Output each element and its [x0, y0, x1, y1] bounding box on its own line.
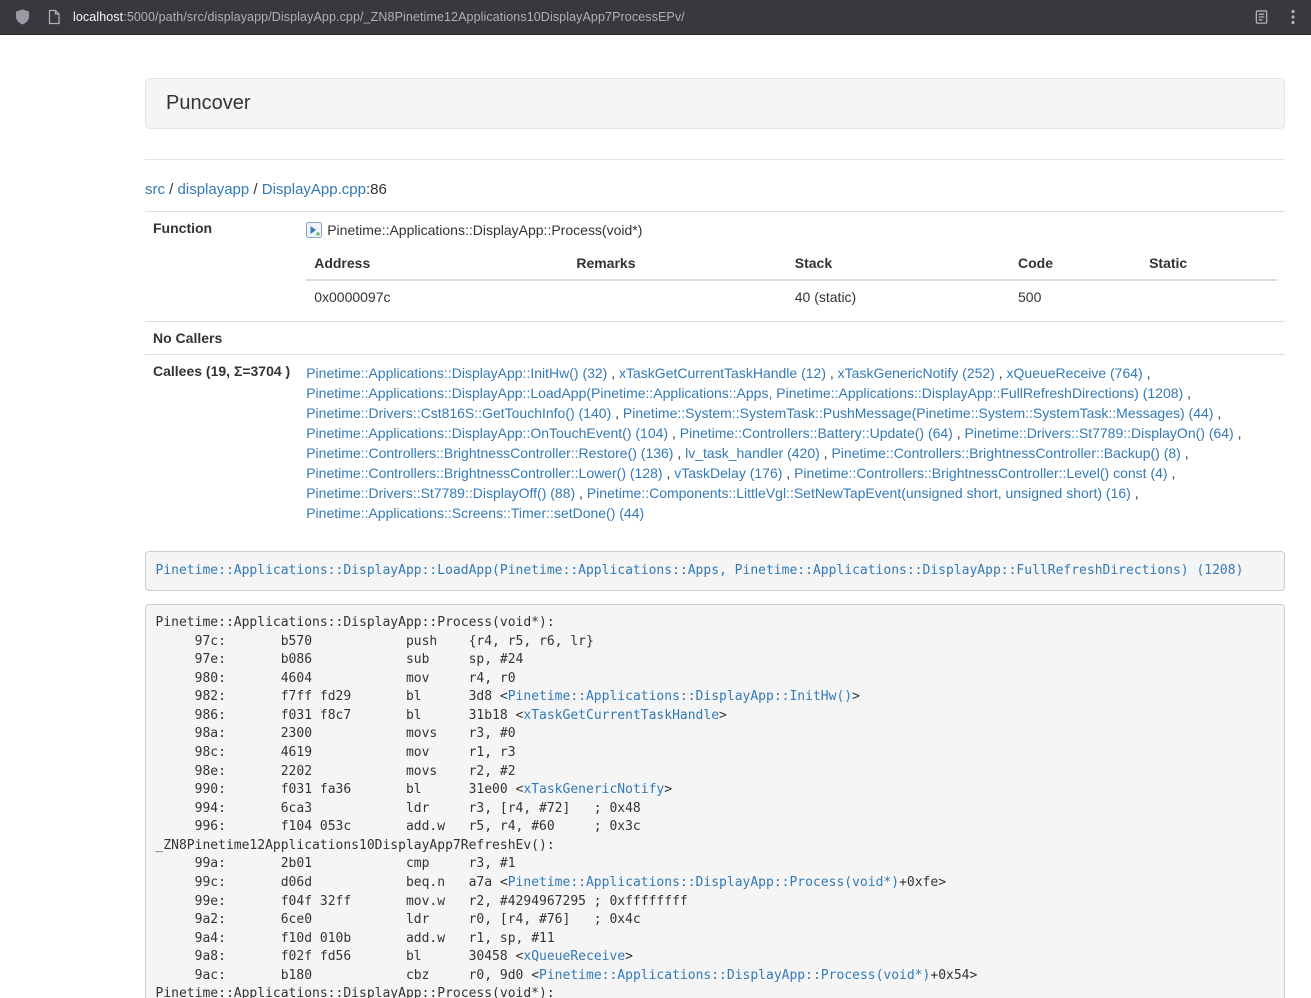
symbol-link[interactable]: xTaskGenericNotify — [523, 782, 664, 797]
callee-link[interactable]: Pinetime::Drivers::St7789::DisplayOff() … — [306, 485, 575, 501]
reader-view-icon[interactable] — [1254, 9, 1269, 25]
callee-separator: , — [1183, 385, 1191, 401]
details-table: AddressRemarksStackCodeStatic 0x0000097c… — [306, 247, 1277, 313]
callees-label: Callees (19, Σ=3704 ) — [145, 355, 298, 532]
no-callers-label: No Callers — [145, 322, 298, 355]
divider — [145, 159, 1285, 160]
function-name: Pinetime::Applications::DisplayApp::Proc… — [327, 220, 642, 240]
column-header: Stack — [787, 247, 1010, 280]
highlighted-callee-panel: Pinetime::Applications::DisplayApp::Load… — [145, 551, 1285, 591]
breadcrumb-separator: / — [165, 181, 178, 198]
callee-separator: , — [1181, 445, 1189, 461]
callee-separator: , — [1143, 365, 1151, 381]
callee-separator: , — [1131, 485, 1139, 501]
callee-link[interactable]: xTaskGetCurrentTaskHandle (12) — [619, 365, 826, 381]
app-title: Puncover — [166, 92, 251, 114]
breadcrumb-link[interactable]: src — [145, 181, 165, 198]
function-label: Function — [145, 212, 298, 322]
stack-value: 40 (static) — [787, 280, 1010, 313]
url-bar[interactable]: localhost:5000/path/src/displayapp/Displ… — [73, 10, 1242, 24]
kebab-menu-icon[interactable] — [1291, 9, 1295, 25]
column-header: Static — [1141, 247, 1277, 280]
remarks-value — [568, 280, 786, 313]
callee-link[interactable]: Pinetime::Controllers::BrightnessControl… — [831, 445, 1180, 461]
callee-separator: , — [995, 365, 1007, 381]
callee-link[interactable]: xQueueReceive (764) — [1007, 365, 1143, 381]
url-path: :5000/path/src/displayapp/DisplayApp.cpp… — [123, 10, 685, 24]
symbol-link[interactable]: xTaskGetCurrentTaskHandle — [523, 708, 719, 723]
page-info-icon[interactable] — [47, 9, 61, 25]
symbol-table: Function Pinetime::Applications::Display… — [145, 211, 1285, 531]
symbol-link[interactable]: Pinetime::Applications::DisplayApp::Init… — [508, 689, 852, 704]
disassembly-block: Pinetime::Applications::DisplayApp::Proc… — [145, 604, 1285, 998]
symbol-link[interactable]: Pinetime::Applications::DisplayApp::Proc… — [539, 968, 930, 983]
callee-separator: , — [782, 465, 794, 481]
symbol-link[interactable]: xQueueReceive — [523, 949, 625, 964]
app-header: Puncover — [145, 78, 1285, 129]
breadcrumb-separator: / — [249, 181, 262, 198]
callee-link[interactable]: Pinetime::Drivers::Cst816S::GetTouchInfo… — [306, 405, 611, 421]
symbol-link[interactable]: Pinetime::Applications::DisplayApp::Proc… — [508, 875, 899, 890]
highlighted-callee-link[interactable]: Pinetime::Applications::DisplayApp::Load… — [156, 563, 1244, 578]
function-icon — [306, 222, 322, 238]
callees-list: Pinetime::Applications::DisplayApp::Init… — [298, 355, 1285, 532]
column-header: Address — [306, 247, 568, 280]
callee-link[interactable]: Pinetime::Controllers::BrightnessControl… — [306, 445, 673, 461]
no-callers-row: No Callers — [145, 322, 1285, 355]
details-header-row: AddressRemarksStackCodeStatic — [306, 247, 1277, 280]
callee-separator: , — [673, 445, 685, 461]
callee-separator: , — [1168, 465, 1176, 481]
callee-link[interactable]: Pinetime::Applications::DisplayApp::Init… — [306, 365, 607, 381]
callee-separator: , — [953, 425, 965, 441]
static-value — [1141, 280, 1277, 313]
code-value: 500 — [1010, 280, 1141, 313]
callee-separator: , — [820, 445, 832, 461]
callee-link[interactable]: lv_task_handler (420) — [685, 445, 820, 461]
details-value-row: 0x0000097c 40 (static) 500 — [306, 280, 1277, 313]
callee-link[interactable]: Pinetime::Controllers::BrightnessControl… — [306, 465, 662, 481]
callee-link[interactable]: Pinetime::Applications::DisplayApp::OnTo… — [306, 425, 668, 441]
callee-link[interactable]: Pinetime::Applications::Screens::Timer::… — [306, 505, 644, 521]
breadcrumb-link[interactable]: DisplayApp.cpp — [262, 181, 366, 198]
callers-list — [298, 322, 1285, 355]
callee-link[interactable]: Pinetime::Drivers::St7789::DisplayOn() (… — [965, 425, 1234, 441]
callee-separator: , — [1213, 405, 1221, 421]
breadcrumb: src / displayapp / DisplayApp.cpp:86 — [145, 181, 1285, 198]
callee-separator: , — [575, 485, 587, 501]
callee-link[interactable]: Pinetime::Components::LittleVgl::SetNewT… — [587, 485, 1131, 501]
callee-link[interactable]: vTaskDelay (176) — [674, 465, 782, 481]
callee-link[interactable]: Pinetime::System::SystemTask::PushMessag… — [623, 405, 1214, 421]
url-host: localhost — [73, 10, 123, 24]
page-container: Puncover src / displayapp / DisplayApp.c… — [145, 35, 1285, 998]
callee-separator: , — [1234, 425, 1242, 441]
callee-separator: , — [826, 365, 838, 381]
column-header: Code — [1010, 247, 1141, 280]
callee-link[interactable]: Pinetime::Controllers::Battery::Update()… — [680, 425, 953, 441]
shield-icon[interactable] — [14, 8, 31, 26]
column-header: Remarks — [568, 247, 786, 280]
callee-separator: , — [668, 425, 680, 441]
browser-chrome: localhost:5000/path/src/displayapp/Displ… — [0, 0, 1311, 35]
callee-separator: , — [663, 465, 675, 481]
address-value: 0x0000097c — [306, 280, 568, 313]
function-row: Function Pinetime::Applications::Display… — [145, 212, 1285, 322]
callees-row: Callees (19, Σ=3704 ) Pinetime::Applicat… — [145, 355, 1285, 532]
breadcrumb-line-number: :86 — [366, 181, 387, 198]
callee-link[interactable]: Pinetime::Applications::DisplayApp::Load… — [306, 385, 1183, 401]
callee-separator: , — [607, 365, 619, 381]
callee-link[interactable]: Pinetime::Controllers::BrightnessControl… — [794, 465, 1167, 481]
callee-link[interactable]: xTaskGenericNotify (252) — [838, 365, 995, 381]
callee-separator: , — [611, 405, 623, 421]
breadcrumb-link[interactable]: displayapp — [178, 181, 250, 198]
